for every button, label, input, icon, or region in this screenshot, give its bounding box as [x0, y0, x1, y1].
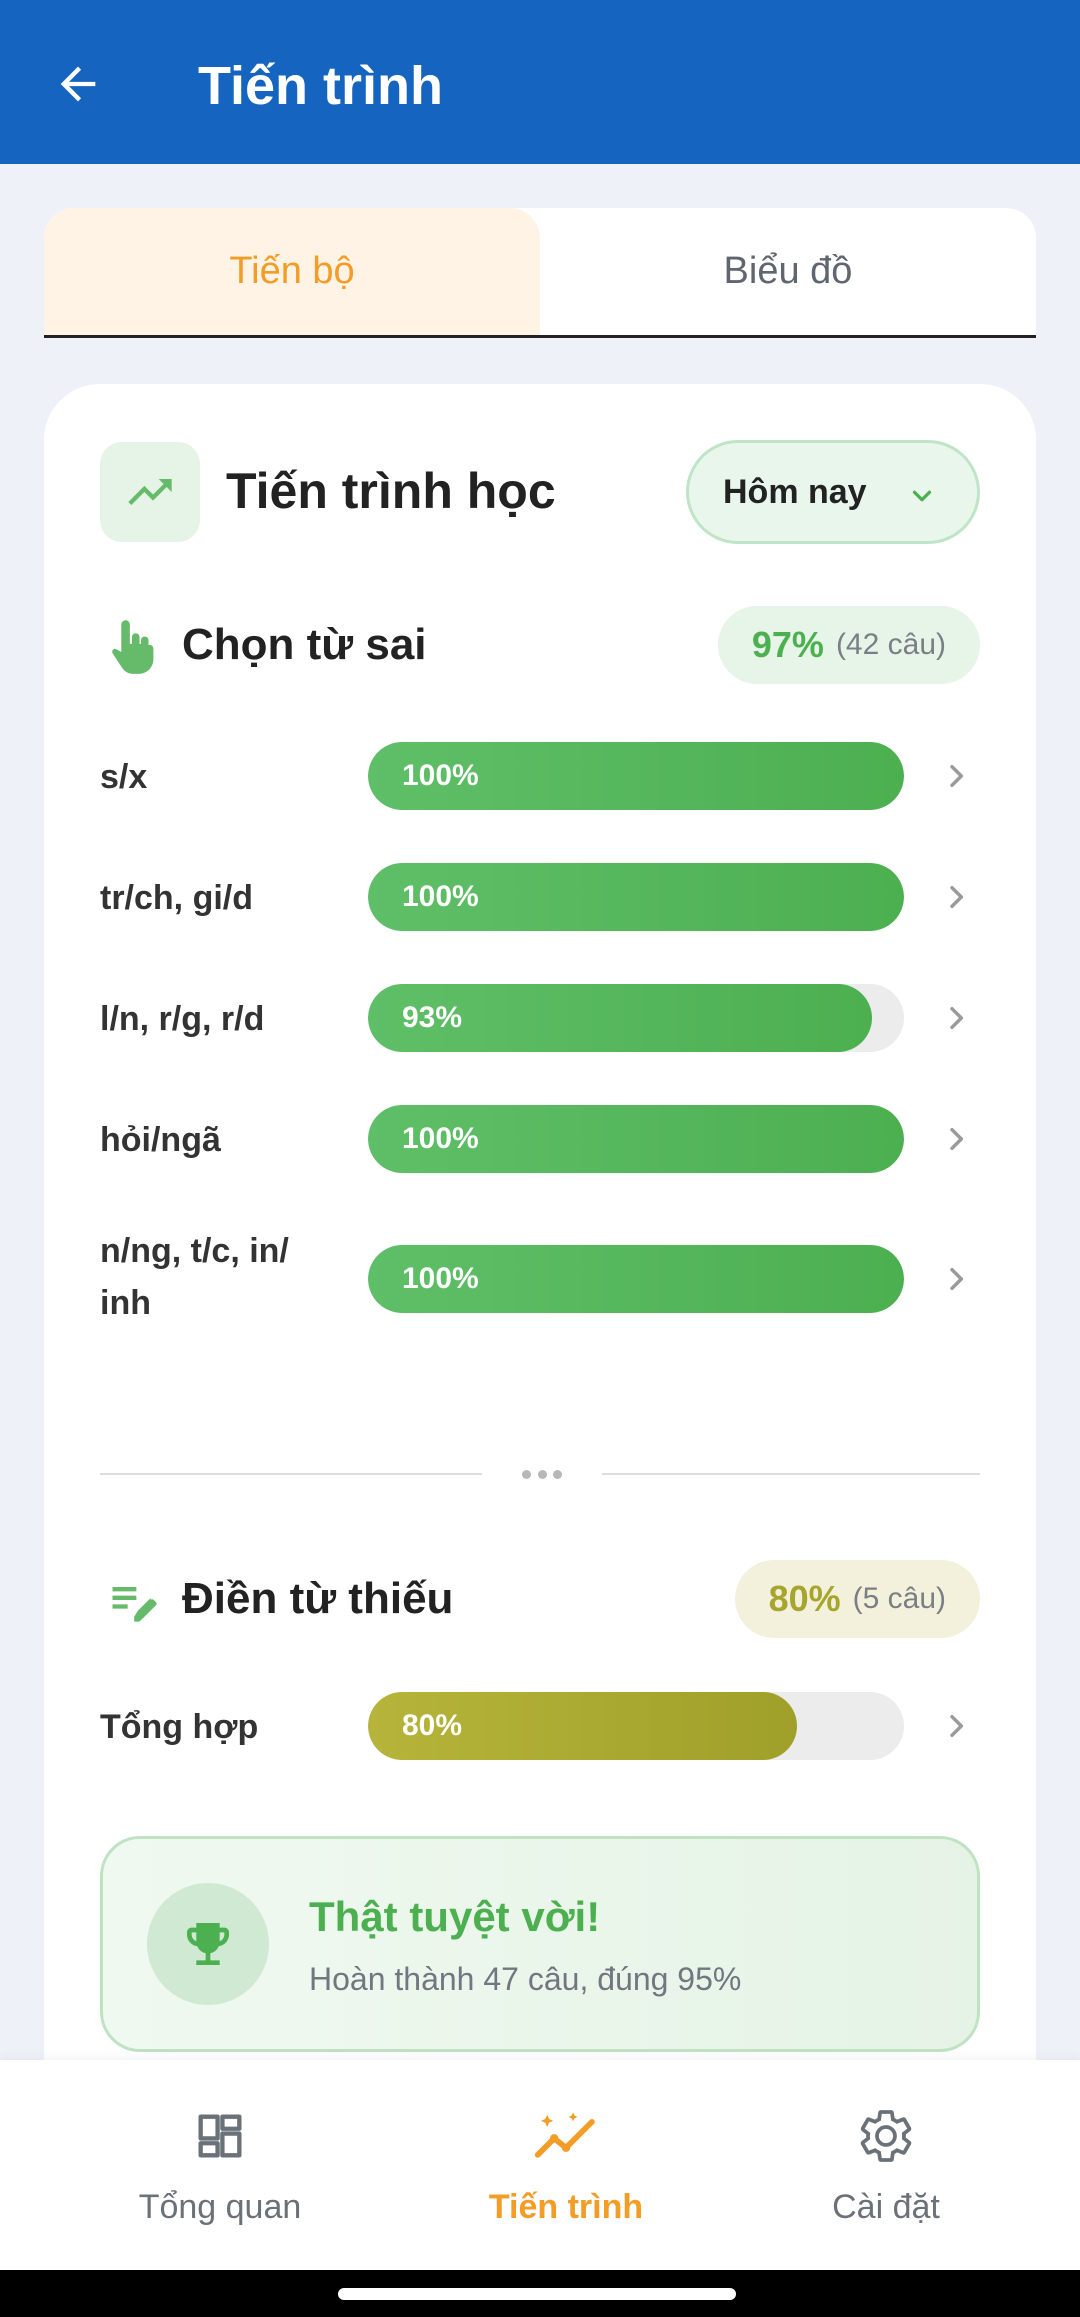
trophy-icon: [187, 1923, 229, 1965]
chevron-right-icon[interactable]: [940, 1002, 972, 1034]
progress-row[interactable]: tr/ch, gi/d 100%: [100, 863, 980, 933]
chevron-right-icon[interactable]: [940, 1123, 972, 1155]
progress-row[interactable]: s/x 100%: [100, 742, 980, 812]
section-name: Chọn từ sai: [182, 620, 427, 669]
progress-text: 100%: [402, 759, 479, 792]
banner-subtitle: Hoàn thành 47 câu, đúng 95%: [309, 1961, 742, 1997]
chevron-right-icon[interactable]: [940, 1263, 972, 1295]
progress-card: Tiến trình học Hôm nay Chọn từ sai 97% (…: [44, 384, 1036, 2124]
section-percent: 80%: [768, 1578, 841, 1619]
progress-text: 80%: [402, 1709, 463, 1742]
period-selected: Hôm nay: [723, 472, 867, 511]
section-name: Điền từ thiếu: [182, 1574, 454, 1623]
progress-text: 100%: [402, 1262, 479, 1295]
nav-label: Tiến trình: [488, 2188, 644, 2226]
tab-bar: Tiến bộ Biểu đồ: [44, 208, 1036, 338]
progress-bar: 100%: [368, 863, 904, 931]
progress-bar: 100%: [368, 1105, 904, 1173]
progress-bar: 100%: [368, 742, 904, 810]
bottom-navigation: Tổng quan Tiến trình Cài đặt: [0, 2060, 1080, 2270]
more-dots-icon: [522, 1464, 562, 1484]
section-header-fill: Điền từ thiếu 80% (5 câu): [100, 1560, 980, 1640]
achievement-banner: Thật tuyệt vời! Hoàn thành 47 câu, đúng …: [100, 1836, 980, 2052]
progress-fill: 100%: [368, 863, 904, 931]
section-header-choose: Chọn từ sai 97% (42 câu): [100, 606, 980, 686]
section-score-badge: 80% (5 câu): [734, 1560, 980, 1638]
progress-bar: 100%: [368, 1245, 904, 1313]
row-label: s/x: [100, 758, 148, 796]
row-label: n/ng, t/c, in/ inh: [100, 1232, 289, 1322]
progress-bar: 80%: [368, 1692, 904, 1760]
page-title: Tiến trình: [198, 56, 444, 116]
divider-line: [100, 1473, 482, 1475]
progress-text: 93%: [402, 1001, 463, 1034]
system-navigation-bar: [0, 2270, 1080, 2317]
tab-progress[interactable]: Tiến bộ: [44, 208, 540, 335]
progress-row[interactable]: n/ng, t/c, in/ inh 100%: [100, 1232, 980, 1322]
back-button[interactable]: [40, 46, 116, 122]
nav-item-progress[interactable]: Tiến trình: [436, 2104, 696, 2244]
progress-fill: 100%: [368, 1105, 904, 1173]
nav-item-settings[interactable]: Cài đặt: [756, 2104, 1016, 2244]
gear-icon: [860, 2110, 912, 2162]
progress-fill: 100%: [368, 742, 904, 810]
row-label: l/n, r/g, r/d: [100, 1000, 265, 1038]
nav-label: Tổng quan: [138, 2188, 302, 2226]
trending-up-icon: [128, 479, 172, 505]
progress-row[interactable]: l/n, r/g, r/d 93%: [100, 984, 980, 1054]
progress-fill: 80%: [368, 1692, 797, 1760]
touch-hand-icon: [100, 614, 164, 678]
divider-line: [602, 1473, 980, 1475]
progress-row[interactable]: hỏi/ngã 100%: [100, 1105, 980, 1175]
section-divider: [100, 1464, 980, 1484]
row-label: Tổng hợp: [100, 1708, 259, 1746]
dashboard-icon: [198, 2114, 242, 2158]
section-score-badge: 97% (42 câu): [717, 606, 980, 684]
chevron-down-icon: [912, 490, 932, 502]
progress-bar: 93%: [368, 984, 904, 1052]
trending-up-icon-box: [100, 442, 200, 542]
section-count: (5 câu): [852, 1582, 946, 1615]
progress-text: 100%: [402, 1122, 479, 1155]
app-bar: Tiến trình: [0, 0, 1080, 164]
banner-title: Thật tuyệt vời!: [309, 1893, 601, 1940]
section-percent: 97%: [751, 624, 824, 665]
period-dropdown[interactable]: Hôm nay: [686, 440, 980, 544]
home-indicator[interactable]: [338, 2288, 736, 2300]
chevron-right-icon[interactable]: [940, 881, 972, 913]
progress-text: 100%: [402, 880, 479, 913]
progress-fill: 100%: [368, 1245, 904, 1313]
chevron-right-icon[interactable]: [940, 760, 972, 792]
nav-item-overview[interactable]: Tổng quan: [90, 2104, 350, 2244]
row-label: hỏi/ngã: [100, 1121, 221, 1159]
trophy-badge: [147, 1883, 269, 2005]
nav-label: Cài đặt: [832, 2188, 940, 2226]
tab-charts[interactable]: Biểu đồ: [540, 208, 1036, 335]
edit-note-icon: [100, 1568, 164, 1632]
chevron-right-icon[interactable]: [940, 1710, 972, 1742]
section-count: (42 câu): [835, 628, 946, 661]
row-label: tr/ch, gi/d: [100, 879, 253, 917]
progress-fill: 93%: [368, 984, 872, 1052]
progress-chart-icon: [534, 2112, 595, 2158]
card-title: Tiến trình học: [226, 463, 556, 519]
arrow-left-icon: [60, 66, 96, 102]
progress-row[interactable]: Tổng hợp 80%: [100, 1692, 980, 1762]
